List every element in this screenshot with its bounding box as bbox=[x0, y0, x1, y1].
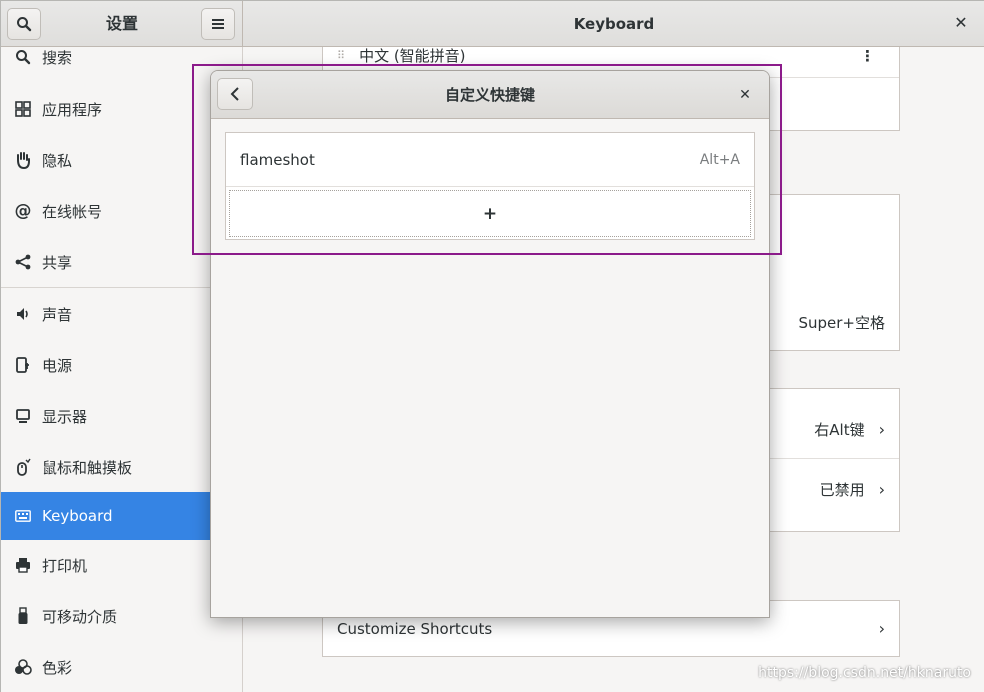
sidebar-item-power[interactable]: 电源 bbox=[1, 341, 242, 389]
apps-grid-icon bbox=[13, 99, 33, 119]
sidebar-item-displays[interactable]: 显示器 bbox=[1, 392, 242, 440]
custom-shortcuts-dialog: 自定义快捷键 ✕ flameshot Alt+A + bbox=[210, 70, 770, 618]
search-button[interactable] bbox=[7, 8, 41, 40]
sidebar-item-label: 隐私 bbox=[42, 151, 73, 170]
sidebar-item-sharing[interactable]: 共享 bbox=[1, 238, 242, 286]
sidebar-item-removable-media[interactable]: 可移动介质 bbox=[1, 592, 242, 640]
sidebar-item-label: 打印机 bbox=[42, 556, 88, 575]
sidebar: 搜索 应用程序 隐私 @ 在线帐号 共享 声音 电源 显示器 鼠标和触摸板 Ke… bbox=[1, 47, 243, 692]
shortcut-row[interactable]: flameshot Alt+A bbox=[226, 133, 754, 187]
sidebar-divider bbox=[1, 287, 242, 288]
search-icon bbox=[13, 47, 33, 67]
speaker-icon bbox=[13, 304, 33, 324]
close-icon: ✕ bbox=[954, 13, 968, 32]
sidebar-item-label: Keyboard bbox=[42, 507, 113, 525]
menu-button[interactable] bbox=[201, 8, 235, 40]
display-icon bbox=[13, 406, 33, 426]
watermark: https://blog.csdn.net/hknaruto bbox=[758, 665, 971, 681]
hamburger-icon bbox=[212, 19, 224, 29]
close-icon: ✕ bbox=[739, 87, 751, 103]
color-icon bbox=[13, 657, 33, 677]
sidebar-item-apps[interactable]: 应用程序 bbox=[1, 85, 242, 133]
sidebar-item-keyboard[interactable]: Keyboard bbox=[1, 492, 242, 540]
chevron-left-icon bbox=[230, 87, 239, 101]
dialog-title: 自定义快捷键 bbox=[444, 86, 535, 104]
settings-window: 设置 Keyboard ✕ 搜索 应用程序 隐私 @ 在线帐号 共享 声音 电源… bbox=[0, 0, 984, 692]
page-title: Keyboard bbox=[573, 15, 655, 33]
sidebar-item-label: 共享 bbox=[42, 253, 73, 272]
power-icon bbox=[13, 355, 33, 375]
sidebar-header: 设置 bbox=[1, 1, 243, 47]
chevron-right-icon: › bbox=[878, 479, 885, 499]
sidebar-item-label: 在线帐号 bbox=[42, 202, 103, 221]
sidebar-item-online-accounts[interactable]: @ 在线帐号 bbox=[1, 187, 242, 235]
main-header: Keyboard ✕ bbox=[243, 1, 984, 47]
compose-key-value: 已禁用 bbox=[819, 480, 865, 499]
chevron-right-icon: › bbox=[878, 619, 885, 638]
sidebar-item-label: 电源 bbox=[42, 356, 73, 375]
plus-icon: + bbox=[482, 203, 498, 224]
shortcut-list: flameshot Alt+A + bbox=[225, 132, 755, 240]
search-icon bbox=[17, 17, 32, 32]
sidebar-item-label: 鼠标和触摸板 bbox=[42, 458, 133, 477]
sidebar-item-sound[interactable]: 声音 bbox=[1, 290, 242, 338]
back-button[interactable] bbox=[217, 78, 253, 110]
chevron-right-icon: › bbox=[878, 420, 885, 439]
switch-shortcut-value: Super+空格 bbox=[798, 313, 885, 332]
shortcut-name: flameshot bbox=[240, 150, 315, 169]
share-icon bbox=[13, 252, 33, 272]
sidebar-item-color[interactable]: 色彩 bbox=[1, 643, 242, 691]
dialog-header: 自定义快捷键 ✕ bbox=[211, 71, 769, 119]
sidebar-item-mouse[interactable]: 鼠标和触摸板 bbox=[1, 443, 242, 491]
sidebar-item-label: 声音 bbox=[42, 305, 73, 324]
dialog-close-button[interactable]: ✕ bbox=[735, 85, 755, 105]
at-icon: @ bbox=[14, 201, 32, 221]
sidebar-item-label: 显示器 bbox=[42, 407, 88, 426]
sidebar-item-label: 可移动介质 bbox=[42, 607, 118, 626]
printer-icon bbox=[13, 555, 33, 575]
sidebar-item-printers[interactable]: 打印机 bbox=[1, 541, 242, 589]
sidebar-item-privacy[interactable]: 隐私 bbox=[1, 136, 242, 184]
keyboard-icon bbox=[13, 506, 33, 526]
sidebar-item-label: 应用程序 bbox=[42, 100, 103, 119]
customize-shortcuts-label: Customize Shortcuts bbox=[337, 619, 493, 638]
alt-char-key-value: 右Alt键 bbox=[814, 421, 865, 439]
sidebar-item-label: 搜索 bbox=[42, 48, 73, 67]
input-source-label: 中文 (智能拼音) bbox=[359, 47, 466, 65]
more-options-icon[interactable]: ⋮ bbox=[860, 47, 875, 65]
hand-icon bbox=[13, 150, 33, 170]
sidebar-item-label: 色彩 bbox=[42, 658, 73, 677]
add-shortcut-button[interactable]: + bbox=[229, 190, 751, 237]
usb-icon bbox=[13, 606, 33, 626]
mouse-icon bbox=[13, 457, 33, 477]
shortcut-accel: Alt+A bbox=[699, 151, 740, 168]
drag-handle-icon[interactable]: ⠿ bbox=[337, 49, 345, 62]
window-close-button[interactable]: ✕ bbox=[951, 13, 971, 33]
sidebar-item-search[interactable]: 搜索 bbox=[1, 47, 242, 81]
